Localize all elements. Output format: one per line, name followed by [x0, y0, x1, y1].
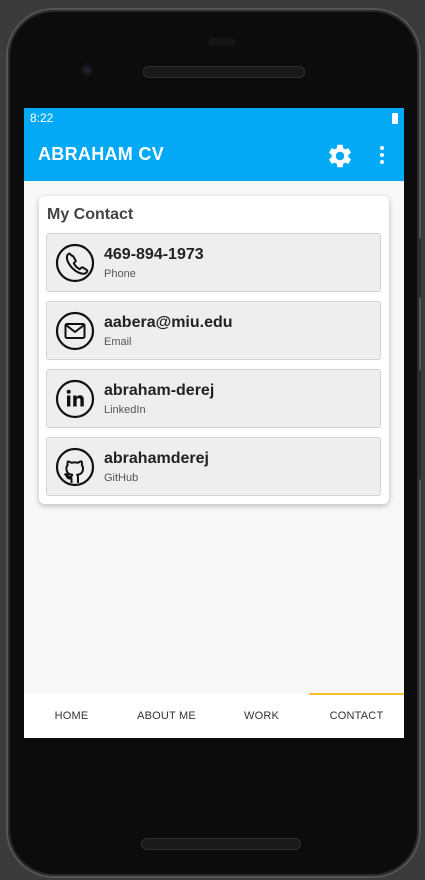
battery-icon	[392, 112, 398, 124]
bottom-speaker	[141, 838, 301, 850]
contact-type: Phone	[104, 268, 136, 280]
app-screen: 8:22 ABRAHAM CV My Contact 469-894-1973 …	[24, 108, 404, 738]
contact-item-linkedin[interactable]: abraham-derej LinkedIn	[46, 369, 381, 428]
contact-item-email[interactable]: aabera@miu.edu Email	[46, 301, 381, 360]
contact-item-github[interactable]: abrahamderej GitHub	[46, 437, 381, 496]
earpiece-sensor	[208, 38, 236, 46]
phone-icon	[55, 243, 95, 283]
linkedin-icon	[55, 379, 95, 419]
volume-button	[417, 370, 421, 480]
tab-work[interactable]: WORK	[214, 693, 309, 738]
contact-type: GitHub	[104, 472, 139, 484]
tab-contact[interactable]: CONTACT	[309, 693, 404, 738]
contact-value: abraham-derej	[104, 382, 215, 399]
contact-item-phone[interactable]: 469-894-1973 Phone	[46, 233, 381, 292]
gear-icon[interactable]	[326, 142, 354, 170]
tab-about-me[interactable]: ABOUT ME	[119, 693, 214, 738]
email-icon	[55, 311, 95, 351]
contact-type: Email	[104, 336, 132, 348]
contact-type: LinkedIn	[104, 404, 146, 416]
contact-card: My Contact 469-894-1973 Phone aabera@miu…	[39, 196, 389, 504]
front-camera	[80, 63, 94, 77]
app-bar: ABRAHAM CV	[24, 128, 404, 181]
app-title: ABRAHAM CV	[38, 144, 164, 164]
power-button	[417, 238, 421, 298]
status-time: 8:22	[30, 111, 54, 125]
tab-home[interactable]: HOME	[24, 693, 119, 738]
card-title: My Contact	[47, 206, 134, 223]
bottom-navigation: HOME ABOUT ME WORK CONTACT	[24, 693, 404, 738]
contact-value: 469-894-1973	[104, 246, 204, 263]
contact-value: abrahamderej	[104, 450, 209, 467]
github-icon	[55, 447, 95, 487]
more-vert-icon[interactable]	[378, 145, 386, 165]
top-speaker	[143, 66, 305, 78]
contact-value: aabera@miu.edu	[104, 314, 233, 331]
status-bar: 8:22	[24, 108, 404, 128]
